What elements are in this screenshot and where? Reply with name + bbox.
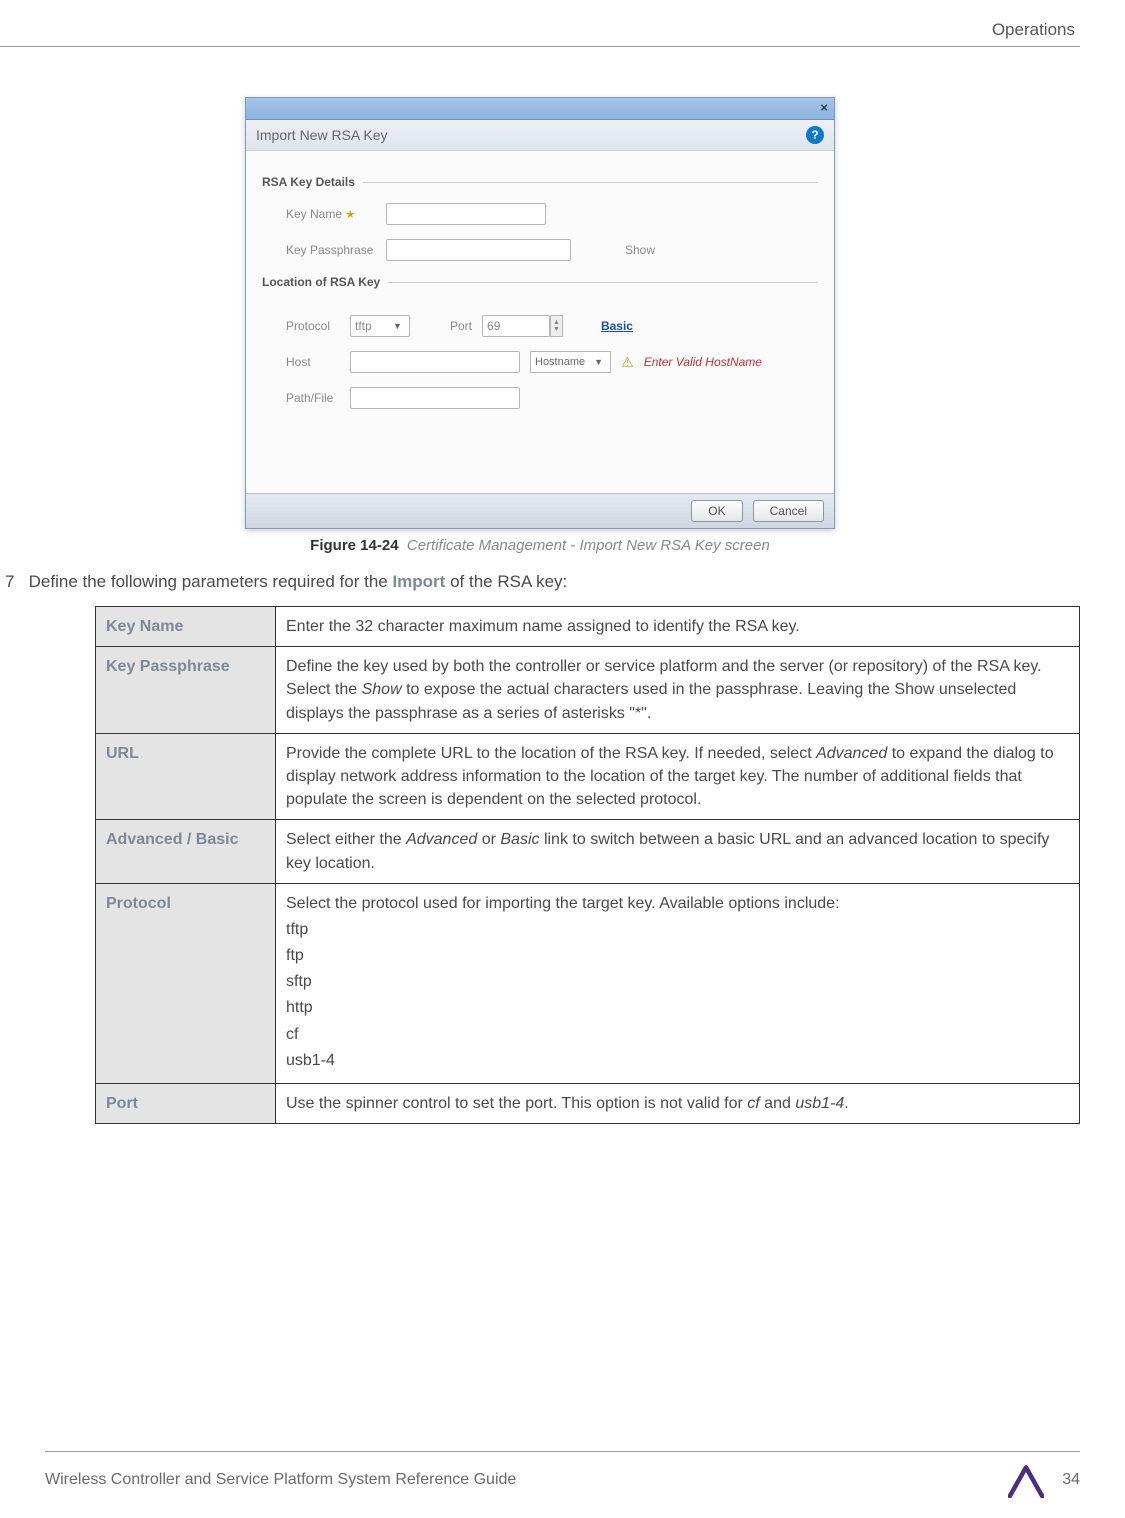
protocol-option: http [286, 996, 1069, 1019]
chevron-down-icon: ▼ [591, 357, 606, 367]
protocol-option: cf [286, 1023, 1069, 1046]
section-label: RSA Key Details [262, 175, 355, 189]
protocol-option: sftp [286, 970, 1069, 993]
param-key: Key Passphrase [96, 647, 276, 734]
host-error-message: Enter Valid HostName [644, 355, 762, 369]
show-checkbox-label[interactable]: Show [625, 243, 655, 257]
screenshot-figure: × Import New RSA Key ? RSA Key Details K… [245, 97, 835, 529]
input-host[interactable] [350, 351, 520, 373]
chevron-down-icon: ▼ [551, 326, 562, 333]
header-rule [0, 46, 1080, 47]
table-row: ProtocolSelect the protocol used for imp… [96, 883, 1080, 1083]
section-location: Location of RSA Key [262, 275, 818, 289]
label-port: Port [450, 319, 472, 333]
table-row: URLProvide the complete URL to the locat… [96, 733, 1080, 820]
port-spinner[interactable]: ▲▼ [550, 315, 563, 337]
param-desc: Enter the 32 character maximum name assi… [276, 607, 1080, 647]
param-key: Advanced / Basic [96, 820, 276, 883]
param-desc: Select either the Advanced or Basic link… [276, 820, 1080, 883]
row-key-passphrase: Key Passphrase Show [286, 239, 818, 261]
figure-label: Figure 14-24 [310, 537, 398, 554]
parameters-table: Key NameEnter the 32 character maximum n… [95, 606, 1080, 1124]
param-desc: Use the spinner control to set the port.… [276, 1084, 1080, 1124]
section-header: Operations [0, 20, 1080, 40]
param-key: Protocol [96, 883, 276, 1083]
input-key-passphrase[interactable] [386, 239, 571, 261]
cancel-button[interactable]: Cancel [753, 500, 824, 522]
figure-caption-text: Certificate Management - Import New RSA … [407, 537, 770, 554]
protocol-option: tftp [286, 918, 1069, 941]
protocol-option: usb1-4 [286, 1049, 1069, 1072]
param-key: Port [96, 1084, 276, 1124]
section-rsa-details: RSA Key Details [262, 175, 818, 189]
select-host-type[interactable]: Hostname ▼ [530, 351, 611, 373]
table-row: PortUse the spinner control to set the p… [96, 1084, 1080, 1124]
dialog-body: RSA Key Details Key Name ★ Key Passphras… [246, 151, 834, 493]
dialog-title: Import New RSA Key [256, 127, 388, 143]
chevron-down-icon: ▼ [390, 321, 405, 331]
step-7: 7 Define the following parameters requir… [0, 572, 1080, 592]
protocol-value: tftp [355, 319, 372, 333]
chevron-up-icon: ▲ [551, 319, 562, 326]
required-star-icon: ★ [345, 209, 355, 221]
input-path-file[interactable] [350, 387, 520, 409]
table-row: Advanced / BasicSelect either the Advanc… [96, 820, 1080, 883]
row-key-name: Key Name ★ [286, 203, 818, 225]
param-key: Key Name [96, 607, 276, 647]
row-protocol-port: Protocol tftp ▼ Port 69 ▲▼ Basic [286, 315, 818, 337]
import-rsa-dialog: × Import New RSA Key ? RSA Key Details K… [245, 97, 835, 529]
param-key: URL [96, 733, 276, 820]
label-host: Host [286, 355, 340, 369]
page-footer: Wireless Controller and Service Platform… [45, 1451, 1080, 1498]
param-desc: Define the key used by both the controll… [276, 647, 1080, 734]
port-value: 69 [487, 319, 500, 333]
basic-link[interactable]: Basic [601, 319, 633, 333]
dialog-action-bar: OK Cancel [246, 493, 834, 528]
dialog-titlebar: Import New RSA Key ? [246, 120, 834, 151]
step-bold-term: Import [392, 572, 445, 591]
label-protocol: Protocol [286, 319, 340, 333]
protocol-option: ftp [286, 944, 1069, 967]
footer-rule [45, 1451, 1080, 1452]
brand-logo-icon [1008, 1462, 1044, 1498]
table-row: Key NameEnter the 32 character maximum n… [96, 607, 1080, 647]
param-desc: Provide the complete URL to the location… [276, 733, 1080, 820]
label-key-passphrase: Key Passphrase [286, 243, 376, 257]
page-number: 34 [1062, 1471, 1080, 1489]
warning-icon: ⚠ [621, 354, 634, 371]
step-number: 7 [5, 572, 14, 591]
input-port[interactable]: 69 [482, 315, 550, 337]
select-protocol[interactable]: tftp ▼ [350, 315, 410, 337]
figure-caption: Figure 14-24 Certificate Management - Im… [0, 537, 1080, 554]
help-icon[interactable]: ? [806, 126, 824, 144]
param-desc: Select the protocol used for importing t… [276, 883, 1080, 1083]
host-type-value: Hostname [535, 356, 585, 368]
dialog-titlebar-top: × [246, 98, 834, 120]
row-path-file: Path/File [286, 387, 818, 409]
label-key-name: Key Name ★ [286, 207, 376, 221]
table-row: Key PassphraseDefine the key used by bot… [96, 647, 1080, 734]
ok-button[interactable]: OK [691, 500, 742, 522]
input-key-name[interactable] [386, 203, 546, 225]
footer-doc-title: Wireless Controller and Service Platform… [45, 1471, 516, 1489]
close-icon[interactable]: × [820, 100, 828, 115]
label-path-file: Path/File [286, 391, 340, 405]
section-label: Location of RSA Key [262, 275, 380, 289]
row-host: Host Hostname ▼ ⚠ Enter Valid HostName [286, 351, 818, 373]
